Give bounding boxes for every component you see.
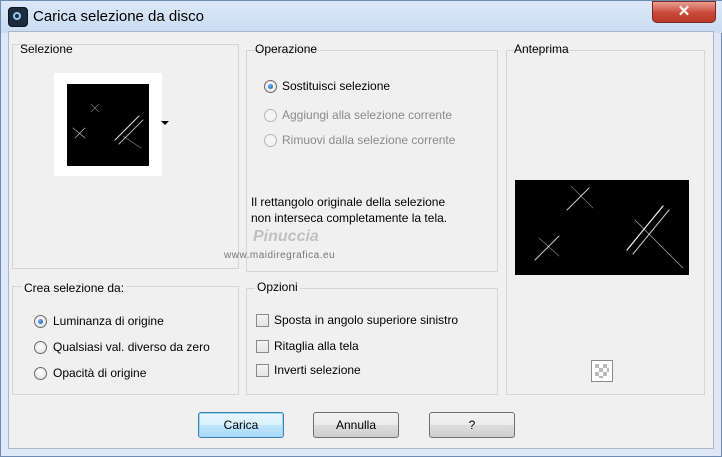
selection-thumbnail[interactable]: [67, 84, 149, 166]
window-title: Carica selezione da disco: [33, 8, 204, 25]
radio-sostituisci-label[interactable]: Sostituisci selezione: [282, 79, 390, 93]
checkerboard-icon: [595, 364, 609, 378]
crea-label: Crea selezione da:: [22, 281, 127, 295]
checkbox-sposta-label[interactable]: Sposta in angolo superiore sinistro: [274, 313, 458, 327]
checkbox-sposta[interactable]: [256, 314, 269, 327]
checkbox-ritaglia[interactable]: [256, 340, 269, 353]
radio-qualsiasi[interactable]: [34, 341, 47, 354]
selection-warning-note: Il rettangolo originale della selezione …: [251, 195, 448, 225]
radio-opacita-label[interactable]: Opacità di origine: [53, 366, 146, 380]
radio-rimuovi: [264, 134, 277, 147]
anteprima-label: Anteprima: [514, 42, 569, 56]
title-bar[interactable]: Carica selezione da disco ✕: [1, 1, 722, 33]
selezione-label: Selezione: [20, 42, 73, 56]
radio-luminanza[interactable]: [34, 315, 47, 328]
radio-aggiungi: [264, 109, 277, 122]
app-icon: [8, 7, 28, 27]
thumbnail-dropdown-arrow-icon[interactable]: [161, 121, 169, 125]
preview-sparkles: [534, 185, 684, 269]
sparkle-image: [72, 103, 144, 149]
radio-aggiungi-label: Aggiungi alla selezione corrente: [282, 108, 453, 122]
watermark-site: www.maidiregrafica.eu: [224, 250, 336, 261]
operazione-label: Operazione: [255, 42, 318, 56]
opzioni-label: Opzioni: [255, 280, 300, 294]
radio-qualsiasi-label[interactable]: Qualsiasi val. diverso da zero: [53, 340, 210, 354]
radio-opacita[interactable]: [34, 367, 47, 380]
cancel-button[interactable]: Annulla: [313, 412, 399, 438]
preview-image: [515, 180, 689, 275]
checkbox-ritaglia-label[interactable]: Ritaglia alla tela: [274, 339, 359, 353]
radio-sostituisci[interactable]: [264, 80, 277, 93]
transparency-checker-icon[interactable]: [591, 360, 613, 382]
load-button[interactable]: Carica: [198, 412, 284, 438]
watermark-name: Pinuccia: [253, 228, 319, 245]
checkbox-inverti[interactable]: [256, 364, 269, 377]
close-button[interactable]: ✕: [652, 1, 716, 23]
radio-rimuovi-label: Rimuovi dalla selezione corrente: [282, 133, 456, 147]
help-button[interactable]: ?: [429, 412, 515, 438]
radio-luminanza-label[interactable]: Luminanza di origine: [53, 314, 164, 328]
checkbox-inverti-label[interactable]: Inverti selezione: [274, 363, 361, 377]
